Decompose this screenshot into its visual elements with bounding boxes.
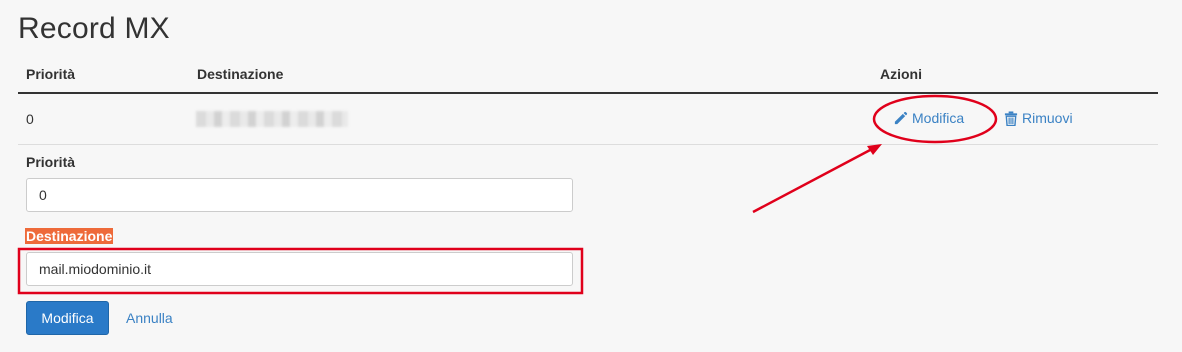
priority-label: Priorità (26, 154, 76, 170)
destination-label: Destinazione (25, 228, 114, 244)
page-title: Record MX (18, 12, 170, 45)
remove-link-label: Rimuovi (1022, 110, 1073, 126)
edit-link-label: Modifica (912, 110, 965, 126)
column-header-priority: Priorità (26, 66, 76, 82)
submit-edit-button[interactable]: Modifica (26, 301, 109, 335)
row-destination-redacted (196, 111, 348, 127)
edit-link[interactable]: Modifica (893, 110, 964, 126)
column-header-actions: Azioni (880, 66, 922, 82)
cancel-link[interactable]: Annulla (126, 310, 173, 326)
annotation-arrow-head (867, 144, 882, 155)
priority-input[interactable] (26, 178, 573, 212)
column-header-destination: Destinazione (197, 66, 284, 82)
remove-link[interactable]: Rimuovi (1004, 110, 1073, 126)
annotation-arrow-line (752, 147, 873, 214)
pencil-icon (893, 111, 908, 126)
row-priority: 0 (26, 111, 34, 127)
trash-icon (1004, 110, 1018, 126)
destination-input[interactable] (26, 252, 573, 286)
table-row-divider (18, 144, 1158, 145)
table-header-divider (18, 92, 1158, 94)
annotation-overlay (17, 94, 998, 295)
